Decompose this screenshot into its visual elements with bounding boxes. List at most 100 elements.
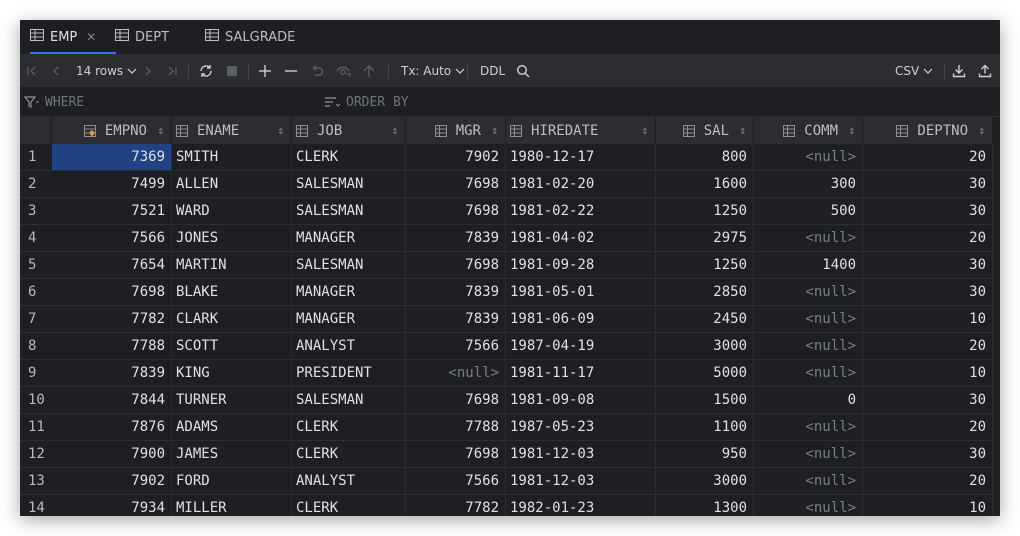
column-header-deptno[interactable]: DEPTNO ⇕: [863, 117, 993, 144]
revert-icon[interactable]: [310, 55, 324, 87]
cell-ename[interactable]: KING: [172, 360, 292, 387]
column-header-empno[interactable]: EMPNO ⇕: [52, 117, 172, 144]
cell-deptno[interactable]: 30: [863, 387, 993, 414]
sort-toggle-icon[interactable]: ⇕: [277, 124, 284, 137]
row-number[interactable]: 2: [20, 171, 52, 198]
cell-empno[interactable]: 7698: [52, 279, 172, 306]
sort-toggle-icon[interactable]: ⇕: [848, 124, 855, 137]
cell-job[interactable]: SALESMAN: [292, 252, 406, 279]
submit-icon[interactable]: [362, 55, 376, 87]
table-row[interactable]: 10 7844 TURNER SALESMAN 7698 1981-09-08 1500 0 3…: [20, 387, 993, 414]
cell-deptno[interactable]: 30: [863, 441, 993, 468]
cell-empno[interactable]: 7839: [52, 360, 172, 387]
next-page-icon[interactable]: [142, 55, 154, 87]
cell-job[interactable]: CLERK: [292, 414, 406, 441]
cell-comm[interactable]: <null>: [754, 414, 863, 441]
row-number[interactable]: 13: [20, 468, 52, 495]
cell-ename[interactable]: MARTIN: [172, 252, 292, 279]
cell-ename[interactable]: MILLER: [172, 495, 292, 516]
cell-deptno[interactable]: 20: [863, 144, 993, 171]
cell-deptno[interactable]: 20: [863, 414, 993, 441]
cell-mgr[interactable]: 7782: [406, 495, 506, 516]
previous-page-icon[interactable]: [50, 55, 62, 87]
cell-empno[interactable]: 7934: [52, 495, 172, 516]
cell-hiredate[interactable]: 1982-01-23: [506, 495, 656, 516]
row-number[interactable]: 3: [20, 198, 52, 225]
cell-deptno[interactable]: 10: [863, 306, 993, 333]
row-number[interactable]: 5: [20, 252, 52, 279]
table-row[interactable]: 14 7934 MILLER CLERK 7782 1982-01-23 1300 <null…: [20, 495, 993, 516]
cell-comm[interactable]: 0: [754, 387, 863, 414]
cell-comm[interactable]: <null>: [754, 441, 863, 468]
cell-sal[interactable]: 3000: [656, 333, 754, 360]
preview-pending-changes-icon[interactable]: [336, 55, 352, 87]
cell-mgr[interactable]: 7839: [406, 279, 506, 306]
cell-comm[interactable]: <null>: [754, 225, 863, 252]
sort-toggle-icon[interactable]: ⇕: [157, 124, 164, 137]
row-number[interactable]: 8: [20, 333, 52, 360]
cell-hiredate[interactable]: 1981-09-28: [506, 252, 656, 279]
cell-ename[interactable]: CLARK: [172, 306, 292, 333]
cell-empno[interactable]: 7566: [52, 225, 172, 252]
cell-empno[interactable]: 7844: [52, 387, 172, 414]
cell-mgr[interactable]: 7698: [406, 252, 506, 279]
cell-ename[interactable]: JAMES: [172, 441, 292, 468]
cell-empno[interactable]: 7782: [52, 306, 172, 333]
cell-job[interactable]: CLERK: [292, 495, 406, 516]
column-header-comm[interactable]: COMM ⇕: [754, 117, 863, 144]
vertical-scrollbar[interactable]: [993, 117, 1000, 516]
cell-hiredate[interactable]: 1981-02-20: [506, 171, 656, 198]
rows-count-dropdown[interactable]: 14 rows: [76, 55, 137, 87]
table-row[interactable]: 8 7788 SCOTT ANALYST 7566 1987-04-19 3000 <null…: [20, 333, 993, 360]
cell-deptno[interactable]: 10: [863, 495, 993, 516]
cell-ename[interactable]: ADAMS: [172, 414, 292, 441]
cell-mgr[interactable]: 7698: [406, 171, 506, 198]
sort-toggle-icon[interactable]: ⇕: [641, 124, 648, 137]
column-header-sal[interactable]: SAL ⇕: [656, 117, 754, 144]
table-row[interactable]: 9 7839 KING PRESIDENT <null> 1981-11-17 5000 <n…: [20, 360, 993, 387]
cell-job[interactable]: ANALYST: [292, 333, 406, 360]
cell-ename[interactable]: ALLEN: [172, 171, 292, 198]
column-header-hiredate[interactable]: HIREDATE ⇕: [506, 117, 656, 144]
transaction-mode-dropdown[interactable]: Tx: Auto: [401, 55, 465, 87]
cell-sal[interactable]: 1500: [656, 387, 754, 414]
cell-deptno[interactable]: 20: [863, 468, 993, 495]
cell-sal[interactable]: 1250: [656, 252, 754, 279]
cell-ename[interactable]: WARD: [172, 198, 292, 225]
cell-empno[interactable]: 7521: [52, 198, 172, 225]
cell-ename[interactable]: JONES: [172, 225, 292, 252]
cell-mgr[interactable]: 7839: [406, 306, 506, 333]
cell-sal[interactable]: 5000: [656, 360, 754, 387]
table-row[interactable]: 6 7698 BLAKE MANAGER 7839 1981-05-01 2850 <null…: [20, 279, 993, 306]
cell-hiredate[interactable]: 1981-06-09: [506, 306, 656, 333]
table-row[interactable]: 7 7782 CLARK MANAGER 7839 1981-06-09 2450 <null…: [20, 306, 993, 333]
cell-mgr[interactable]: 7839: [406, 225, 506, 252]
row-number[interactable]: 6: [20, 279, 52, 306]
order-by-input[interactable]: ORDER BY: [324, 88, 624, 116]
cell-comm[interactable]: <null>: [754, 306, 863, 333]
row-number[interactable]: 9: [20, 360, 52, 387]
add-row-icon[interactable]: [258, 55, 272, 87]
cell-comm[interactable]: <null>: [754, 495, 863, 516]
cell-job[interactable]: MANAGER: [292, 279, 406, 306]
table-row[interactable]: 12 7900 JAMES CLERK 7698 1981-12-03 950 <null> 3…: [20, 441, 993, 468]
cell-comm[interactable]: 500: [754, 198, 863, 225]
cell-empno[interactable]: 7788: [52, 333, 172, 360]
row-number[interactable]: 1: [20, 144, 52, 171]
cell-empno[interactable]: 7876: [52, 414, 172, 441]
column-header-job[interactable]: JOB ⇕: [292, 117, 406, 144]
row-number[interactable]: 10: [20, 387, 52, 414]
cell-job[interactable]: CLERK: [292, 144, 406, 171]
tab-dept[interactable]: DEPT: [115, 20, 169, 54]
cell-comm[interactable]: <null>: [754, 333, 863, 360]
export-format-dropdown[interactable]: CSV: [895, 55, 933, 87]
close-icon[interactable]: ✕: [86, 30, 96, 44]
cell-ename[interactable]: SCOTT: [172, 333, 292, 360]
cell-comm[interactable]: <null>: [754, 468, 863, 495]
sort-toggle-icon[interactable]: ⇕: [491, 124, 498, 137]
cell-deptno[interactable]: 30: [863, 279, 993, 306]
cell-sal[interactable]: 3000: [656, 468, 754, 495]
cell-hiredate[interactable]: 1981-04-02: [506, 225, 656, 252]
column-header-ename[interactable]: ENAME ⇕: [172, 117, 292, 144]
refresh-icon[interactable]: [198, 55, 214, 87]
